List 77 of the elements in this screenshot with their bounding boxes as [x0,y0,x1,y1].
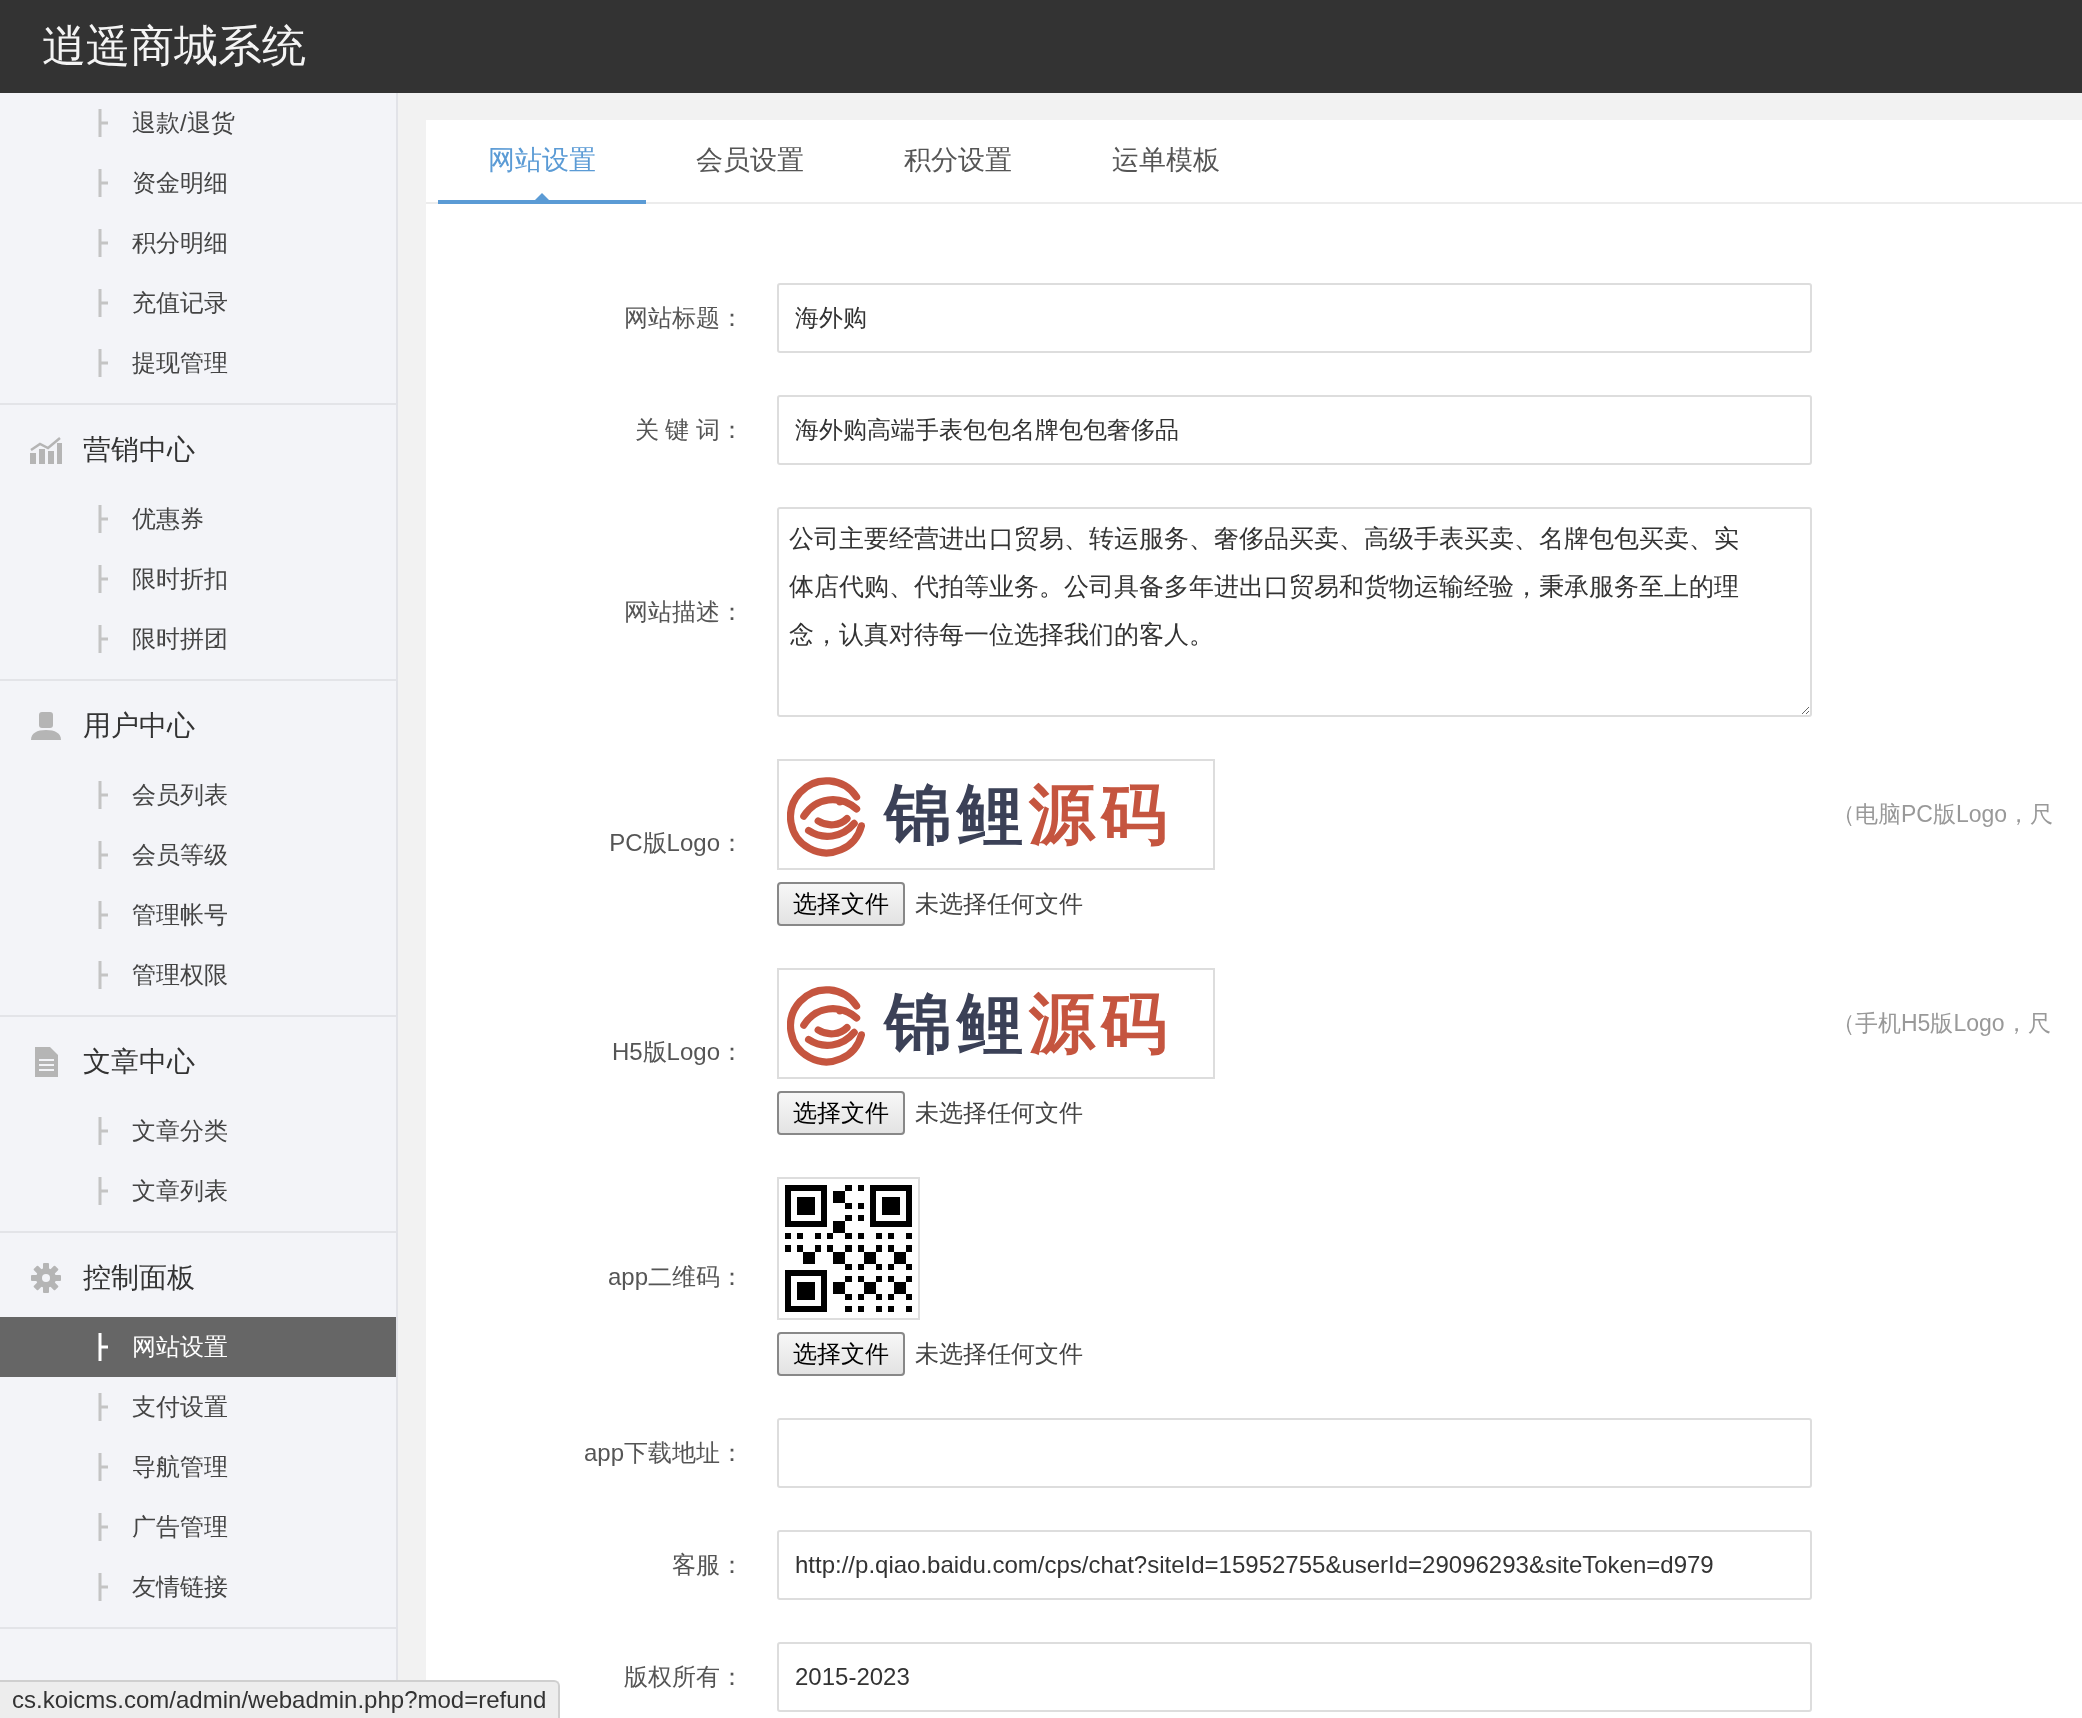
sidebar-item[interactable]: 网站设置 [0,1317,396,1377]
sidebar-item[interactable]: 资金明细 [0,153,396,213]
section-title: 文章中心 [83,1045,195,1079]
logo-text: 源码 [1029,984,1173,1062]
choose-file-button[interactable]: 选择文件 [777,882,905,926]
text-field[interactable]: 2015-2023 [777,1642,1812,1712]
text-field[interactable] [777,1418,1812,1488]
app-title: 逍遥商城系统 [42,20,306,72]
field-label: 版权所有： [623,1662,744,1692]
tree-branch-icon [98,1573,110,1601]
size-hint: （电脑PC版Logo，尺 [1832,800,2054,829]
choose-file-button[interactable]: 选择文件 [777,1332,905,1376]
tree-branch-icon [98,841,110,869]
tree-branch-icon [98,901,110,929]
sidebar-item[interactable]: 管理权限 [0,945,396,1005]
logo-text: 锦鲤 [885,984,1029,1062]
field-label: PC版Logo： [608,827,744,858]
text-field[interactable]: 海外购 [777,283,1812,353]
sidebar-item[interactable]: 会员等级 [0,825,396,885]
field-label: 网站描述： [623,597,744,627]
sidebar-item[interactable]: 退款/退货 [0,93,396,153]
field-label: app下载地址： [582,1438,744,1468]
logo-text: 源码 [1029,775,1173,853]
sidebar-item[interactable]: 限时折扣 [0,549,396,609]
file-status: 未选择任何文件 [915,1339,1083,1369]
section-title: 控制面板 [83,1261,195,1295]
text-field[interactable]: http://p.qiao.baidu.com/cps/chat?siteId=15952755&userId=29096293&siteToken=d979 [777,1530,1812,1600]
sidebar-item[interactable]: 友情链接 [0,1557,396,1617]
tree-branch-icon [98,169,110,197]
tree-branch-icon [98,229,110,257]
sidebar-item[interactable]: 限时拼团 [0,609,396,669]
sidebar-item[interactable]: 提现管理 [0,333,396,393]
size-hint: （手机H5版Logo，尺 [1832,1009,2051,1038]
sidebar-item[interactable]: 导航管理 [0,1437,396,1497]
field-label: app二维码： [606,1261,744,1292]
sidebar-item[interactable]: 管理帐号 [0,885,396,945]
field-label: 关 键 词： [633,415,744,445]
file-status: 未选择任何文件 [915,1098,1083,1128]
tree-branch-icon [98,565,110,593]
tree-branch-icon [98,781,110,809]
tree-branch-icon [98,961,110,989]
tab[interactable]: 会员设置 [646,120,854,204]
tree-branch-icon [98,289,110,317]
tree-branch-icon [98,1453,110,1481]
sidebar-item[interactable]: 文章列表 [0,1161,396,1221]
logo-text: 锦鲤 [885,775,1029,853]
sidebar-item[interactable]: 优惠券 [0,489,396,549]
text-field[interactable]: 海外购高端手表包包名牌包包奢侈品 [777,395,1812,465]
tree-branch-icon [98,1513,110,1541]
tree-branch-icon [98,1117,110,1145]
settings-icon [29,1263,63,1293]
tree-branch-icon [98,349,110,377]
tree-branch-icon [98,1177,110,1205]
sidebar-item[interactable]: 广告管理 [0,1497,396,1557]
tree-branch-icon [98,1393,110,1421]
field-label: 客服： [671,1550,744,1580]
field-label: 网站标题： [623,303,744,333]
tree-branch-icon [98,625,110,653]
sidebar-item[interactable]: 积分明细 [0,213,396,273]
description-field[interactable]: 公司主要经营进出口贸易、转运服务、奢侈品买卖、高级手表买卖、名牌包包买卖、实体店代购、代拍等业务。公司具备多年进出口贸易和货物运输经验，秉承服务至上的理念，认真对待每一位选择我们的客人。 [777,507,1812,717]
sidebar-item[interactable]: 充值记录 [0,273,396,333]
section-title: 用户中心 [83,709,195,743]
status-bar-url: cs.koicms.com/admin/webadmin.php?mod=refund [0,1680,561,1718]
person-icon [29,711,63,741]
tree-branch-icon [98,505,110,533]
sidebar-item[interactable]: 文章分类 [0,1101,396,1161]
sidebar-item[interactable]: 支付设置 [0,1377,396,1437]
tree-branch-icon [98,109,110,137]
section-title: 营销中心 [83,433,195,467]
bar-chart-icon [29,435,63,465]
tree-branch-icon [98,1333,110,1361]
choose-file-button[interactable]: 选择文件 [777,1091,905,1135]
field-label: H5版Logo： [610,1036,744,1067]
tab[interactable]: 积分设置 [854,120,1062,204]
sidebar-item[interactable]: 会员列表 [0,765,396,825]
tab[interactable]: 运单模板 [1062,120,1270,204]
file-status: 未选择任何文件 [915,889,1083,919]
